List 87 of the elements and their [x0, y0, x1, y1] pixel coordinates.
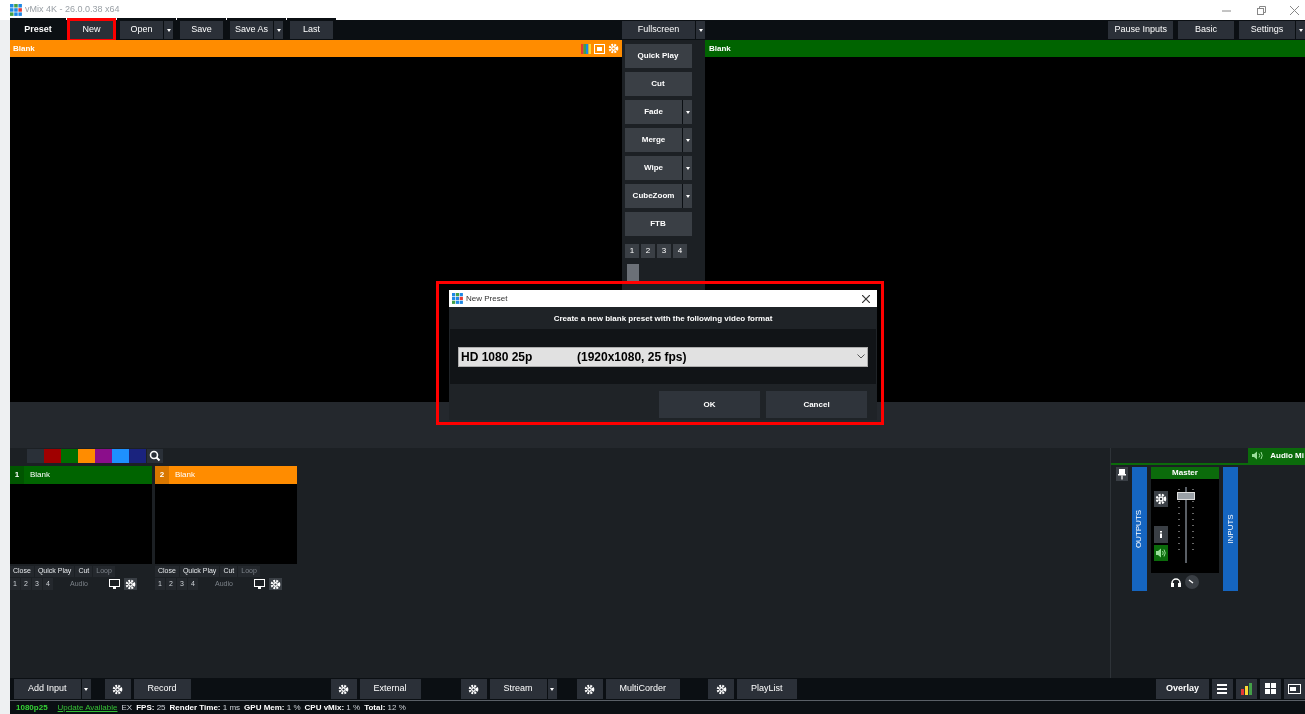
app-logo-icon: [10, 4, 22, 16]
update-link[interactable]: Update Available: [57, 701, 118, 714]
transition-button[interactable]: CubeZoom: [625, 184, 692, 208]
settings-icon[interactable]: [584, 683, 596, 695]
settings-icon[interactable]: [715, 683, 727, 695]
headphones-icon[interactable]: [1171, 577, 1181, 587]
status-stat: FPS: 25: [136, 701, 166, 714]
caret-icon[interactable]: [685, 166, 690, 170]
settings-icon[interactable]: [338, 683, 350, 695]
monitor-icon[interactable]: [254, 579, 265, 589]
caret-icon[interactable]: [276, 28, 281, 32]
window-title: vMix 4K - 26.0.0.38 x64: [25, 3, 120, 17]
video-format-dropdown[interactable]: HD 1080 25p (1920x1080, 25 fps): [458, 346, 868, 367]
input-header[interactable]: 1 Blank: [10, 466, 152, 484]
screen-icon[interactable]: [1287, 681, 1302, 697]
toolbar-button[interactable]: Open: [117, 18, 176, 42]
colour-filter[interactable]: [78, 448, 95, 463]
transition-slot[interactable]: 1: [625, 244, 639, 258]
close-icon[interactable]: [862, 294, 870, 303]
dialog-button[interactable]: Cancel: [766, 391, 867, 418]
transition-slot[interactable]: 3: [657, 244, 671, 258]
transition-slot[interactable]: 2: [641, 244, 655, 258]
restore-icon[interactable]: [1257, 5, 1266, 15]
outputs-tab[interactable]: OUTPUTS: [1132, 467, 1147, 591]
transition-slot[interactable]: 4: [673, 244, 687, 258]
toolbar-button[interactable]: Last: [287, 18, 336, 42]
toolbar-button[interactable]: Pause Inputs: [1108, 21, 1173, 39]
settings-icon[interactable]: [468, 683, 480, 695]
grid-icon[interactable]: [1263, 681, 1278, 697]
overlay-button[interactable]: Overlay: [1155, 679, 1209, 699]
toolbar-button[interactable]: Settings: [1239, 21, 1305, 39]
preview-title: Blank: [13, 42, 36, 55]
pin-icon[interactable]: [1116, 467, 1128, 481]
caret-icon[interactable]: [698, 28, 703, 32]
settings-icon[interactable]: [270, 578, 281, 590]
video-format-label: 1080p25: [16, 701, 48, 714]
input-number: 2: [155, 466, 169, 484]
input-title: Blank: [175, 469, 195, 481]
speaker-icon[interactable]: [1154, 545, 1168, 561]
toolbar-button[interactable]: Save: [177, 18, 226, 42]
dialog-title: New Preset: [466, 292, 509, 305]
search-icon[interactable]: [147, 448, 163, 463]
monitor-icon[interactable]: [109, 579, 120, 589]
toolbar-button[interactable]: Basic: [1178, 21, 1234, 39]
transition-button[interactable]: FTB: [625, 212, 692, 236]
transition-button[interactable]: Quick Play: [625, 44, 692, 68]
transition-button[interactable]: Merge: [625, 128, 692, 152]
info-button[interactable]: [1154, 526, 1168, 543]
bottom-bar-button[interactable]: Add Input: [14, 679, 91, 699]
status-label: EX: [121, 701, 133, 714]
settings-icon[interactable]: [1154, 491, 1168, 507]
status-stat: GPU Mem: 1 %: [244, 701, 301, 714]
caret-icon[interactable]: [84, 687, 89, 691]
audio-mixer-tab[interactable]: Audio Mi: [1248, 448, 1305, 463]
dialog-button[interactable]: OK: [659, 391, 760, 418]
caret-icon[interactable]: [685, 194, 690, 198]
output-title: Blank: [709, 42, 731, 55]
caret-icon[interactable]: [685, 110, 690, 114]
app-logo-icon: [452, 293, 463, 304]
status-stat: CPU vMix: 1 %: [304, 701, 361, 714]
knob-icon[interactable]: [1185, 575, 1199, 589]
input-title: Blank: [30, 469, 50, 481]
caret-icon[interactable]: [685, 138, 690, 142]
caret-icon[interactable]: [550, 687, 555, 691]
settings-icon[interactable]: [125, 578, 136, 590]
transition-button[interactable]: Fade: [625, 100, 692, 124]
colour-bars-icon[interactable]: [581, 43, 591, 54]
t-bar-handle[interactable]: [627, 264, 639, 282]
status-stat: Total: 12 %: [364, 701, 406, 714]
caret-icon[interactable]: [166, 28, 171, 32]
toolbar-button[interactable]: Save As: [227, 18, 286, 42]
status-stat: Render Time: 1 ms: [169, 701, 241, 714]
caret-icon[interactable]: [1298, 28, 1303, 32]
fullscreen-button[interactable]: Fullscreen: [622, 21, 705, 39]
speaker-icon: [1252, 451, 1265, 460]
dialog-message: Create a new blank preset with the following video format: [552, 313, 774, 325]
chevron-down-icon: [857, 354, 865, 359]
toolbar-button[interactable]: New: [67, 18, 116, 42]
list-icon[interactable]: [1215, 681, 1230, 697]
transition-button[interactable]: Cut: [625, 72, 692, 96]
master-label: Master: [1151, 467, 1219, 479]
transition-button[interactable]: Wipe: [625, 156, 692, 180]
settings-icon[interactable]: [112, 683, 124, 695]
colour-filter[interactable]: [112, 448, 129, 463]
input-number: 1: [10, 466, 24, 484]
bar-chart-icon[interactable]: [1239, 681, 1254, 697]
inputs-tab[interactable]: INPUTS: [1223, 467, 1238, 591]
